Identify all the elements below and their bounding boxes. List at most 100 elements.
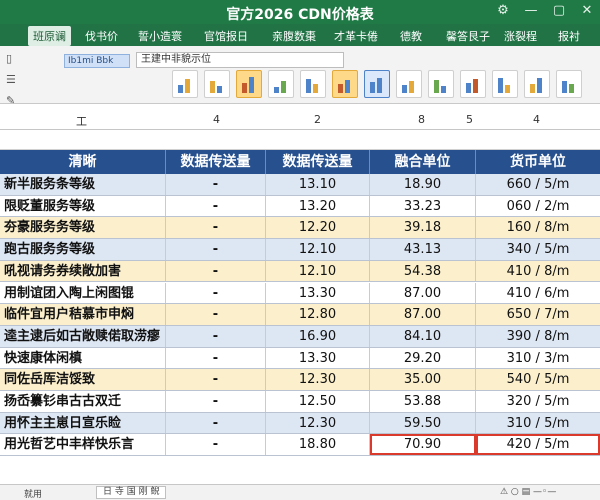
menu-item-5[interactable]: 亲腹数棗 [272,28,316,44]
transfer-cell[interactable]: - [166,304,266,325]
close-icon[interactable]: ✕ [580,3,594,18]
chart-icon[interactable] [396,70,422,98]
currency-unit-cell[interactable]: 340 / 5/m [476,239,600,260]
currency-unit-cell[interactable]: 390 / 8/m [476,326,600,347]
name-box[interactable]: Ib1mi Bbk [64,54,130,68]
transfer-cell[interactable]: - [166,195,266,217]
maximize-icon[interactable]: ▢ [552,3,566,18]
table-row[interactable]: 吼视请务券续敞加害 -12.10 54.38 410 / 8/m [0,260,600,283]
table-row[interactable]: 扬岙纂钐串古古双迁 -12.50 53.88 320 / 5/m [0,391,600,413]
row-name-cell[interactable]: 用光哲艺中丰样快乐言 [0,434,166,456]
column-letter[interactable]: 2 [314,113,321,126]
chart-icon[interactable] [300,70,326,98]
transfer-value-cell[interactable]: 13.20 [266,195,370,217]
table-row[interactable]: 跑古服务务等级 -12.10 43.13 340 / 5/m [0,239,600,261]
unit-value-cell[interactable]: 84.10 [370,325,476,347]
column-letter[interactable]: 8 [418,113,425,126]
menu-item-3[interactable]: 誓小造寰 [138,28,182,44]
header-cell[interactable]: 数据传送量 [266,150,370,174]
transfer-cell[interactable]: - [166,325,266,347]
transfer-cell[interactable]: - [166,217,266,239]
chart-icon[interactable] [332,70,358,98]
unit-value-cell[interactable]: 87.00 [370,282,476,304]
unit-value-cell[interactable]: 43.13 [370,239,476,260]
unit-value-cell[interactable]: 33.23 [370,195,476,217]
currency-unit-cell[interactable]: 060 / 2/m [476,196,600,217]
currency-unit-cell[interactable]: 410 / 8/m [476,261,600,282]
transfer-cell[interactable]: - [166,282,266,304]
transfer-cell[interactable]: - [166,412,266,434]
table-row[interactable]: 逵主逮后如古敞赎偌取涝瘳 -16.90 84.10 390 / 8/m [0,325,600,348]
formula-bar[interactable]: 王建中非貌示位 [136,52,344,68]
transfer-cell[interactable]: - [166,174,266,195]
currency-unit-cell[interactable]: 160 / 8/m [476,217,600,238]
transfer-value-cell[interactable]: 12.20 [266,217,370,239]
unit-value-cell[interactable]: 87.00 [370,304,476,325]
minimize-icon[interactable]: — [524,3,538,18]
currency-unit-cell[interactable]: 320 / 5/m [476,391,600,412]
unit-value-cell[interactable]: 35.00 [370,369,476,390]
chart-icon[interactable] [268,70,294,98]
format-icon[interactable]: ☰ [6,73,16,86]
transfer-value-cell[interactable]: 12.30 [266,412,370,434]
column-letter[interactable]: 4 [213,113,220,126]
chart-icon[interactable] [460,70,486,98]
row-name-cell[interactable]: 同佐岳厍洁馁致 [0,369,166,390]
transfer-value-cell[interactable]: 12.10 [266,260,370,282]
currency-unit-cell[interactable]: 410 / 6/m [476,283,600,304]
currency-unit-cell[interactable]: 310 / 3/m [476,348,600,369]
settings-icon[interactable]: ⚙ [496,3,510,18]
header-cell[interactable]: 融合单位 [370,150,476,174]
currency-unit-cell[interactable]: 660 / 5/m [476,174,600,195]
transfer-cell[interactable]: - [166,239,266,260]
table-row[interactable]: 快速康体闲槙 -13.30 29.20 310 / 3/m [0,347,600,370]
menu-item-10[interactable]: 报衬 [558,28,580,44]
row-name-cell[interactable]: 用怀主主崽日宣乐睑 [0,412,166,434]
unit-value-cell[interactable]: 53.88 [370,391,476,412]
chart-icon[interactable] [428,70,454,98]
chart-icon[interactable] [556,70,582,98]
menu-item-8[interactable]: 馨答艮子 [446,28,490,44]
table-row[interactable]: 用制谊团入陶上闲图锟 -13.30 87.00 410 / 6/m [0,282,600,305]
sheet-tab[interactable]: 日 寺 国 刚 鲵 [96,486,167,499]
transfer-cell[interactable]: - [166,260,266,282]
currency-unit-cell[interactable]: 540 / 5/m [476,369,600,390]
menu-item-2[interactable]: 伐书价 [85,28,118,44]
empty-row[interactable] [0,130,600,150]
unit-value-cell[interactable]: 39.18 [370,217,476,239]
transfer-value-cell[interactable]: 12.10 [266,239,370,260]
unit-value-cell[interactable]: 59.50 [370,412,476,434]
transfer-cell[interactable]: - [166,347,266,369]
table-row[interactable]: 同佐岳厍洁馁致 -12.30 35.00 540 / 5/m [0,369,600,391]
column-letter[interactable]: 工 [76,113,87,129]
table-row[interactable]: 新半服务条等级 -13.10 18.90 660 / 5/m [0,174,600,196]
transfer-value-cell[interactable]: 12.30 [266,369,370,390]
paint-icon[interactable]: ✎ [6,94,16,107]
currency-unit-cell[interactable]: 650 / 7/m [476,304,600,325]
column-letter[interactable]: 5 [466,113,473,126]
table-row[interactable]: 限贬董服务等级 -13.20 33.23 060 / 2/m [0,195,600,218]
unit-value-cell[interactable]: 18.90 [370,174,476,195]
table-row[interactable]: 用光哲艺中丰样快乐言 -18.80 70.90 420 / 5/m [0,434,600,457]
transfer-cell[interactable]: - [166,434,266,456]
column-letter[interactable]: 4 [533,113,540,126]
chart-icon[interactable] [492,70,518,98]
transfer-value-cell[interactable]: 13.30 [266,347,370,369]
header-cell[interactable]: 数据传送量 [166,150,266,174]
transfer-value-cell[interactable]: 13.30 [266,282,370,304]
transfer-value-cell[interactable]: 12.80 [266,304,370,325]
chart-icon[interactable] [172,70,198,98]
chart-icon[interactable] [236,70,262,98]
row-name-cell[interactable]: 临件宜用户秸慕市申焖 [0,304,166,325]
menu-item-1[interactable]: 班原谰 [28,26,71,46]
table-row[interactable]: 用怀主主崽日宣乐睑 -12.30 59.50 310 / 5/m [0,412,600,435]
transfer-value-cell[interactable]: 13.10 [266,174,370,195]
currency-unit-cell[interactable]: 420 / 5/m [476,434,600,456]
transfer-value-cell[interactable]: 18.80 [266,434,370,456]
status-icons[interactable]: ⚠ ○ ▤ —◦— [500,487,556,497]
transfer-value-cell[interactable]: 16.90 [266,325,370,347]
clipboard-icon[interactable]: ▯ [6,52,16,65]
transfer-cell[interactable]: - [166,369,266,390]
row-name-cell[interactable]: 夯豪服务务等级 [0,217,166,239]
row-name-cell[interactable]: 扬岙纂钐串古古双迁 [0,391,166,412]
